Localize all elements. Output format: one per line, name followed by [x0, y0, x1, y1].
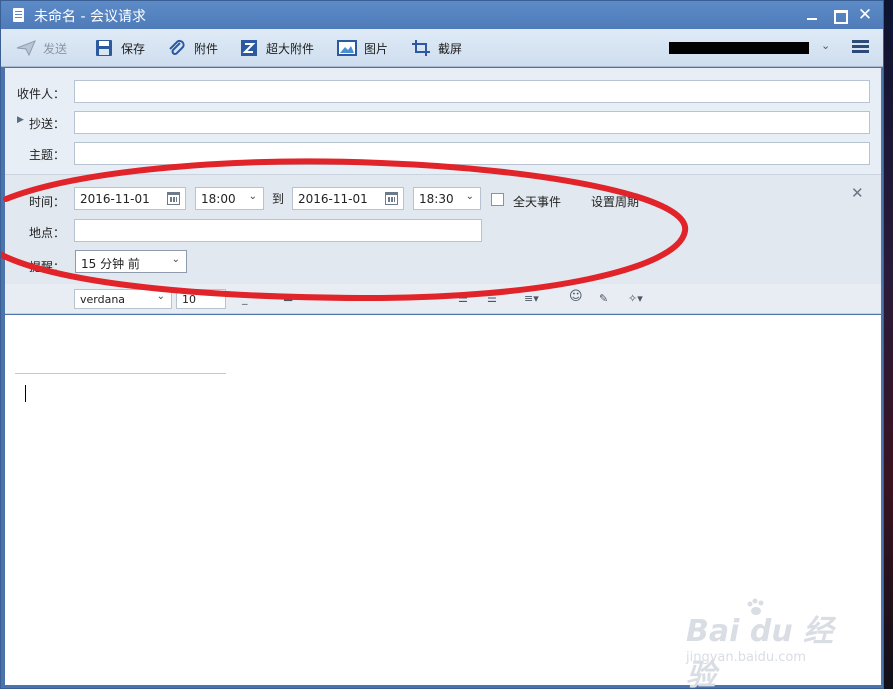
start-date-value: 2016-11-01: [80, 192, 150, 206]
font-size-value: 10: [182, 293, 196, 306]
picture-button[interactable]: 图片: [337, 37, 388, 59]
format-toolbar: verdana ⌄ 10 _ ▬ ☰ ☰ ≡▾ ☺ ✎ ✧▾: [5, 284, 881, 314]
font-size-select[interactable]: 10: [176, 289, 226, 309]
recurrence-link[interactable]: 设置周期: [591, 193, 639, 210]
header-fields: 收件人： ▶ 抄送： 主题：: [5, 68, 881, 174]
send-label: 发送: [43, 41, 68, 56]
maximize-button[interactable]: [831, 7, 848, 24]
paperclip-icon: [169, 39, 185, 55]
minimize-button[interactable]: [804, 7, 820, 23]
large-attachment-icon: [241, 40, 257, 56]
attachment-label: 附件: [194, 41, 219, 56]
chevron-down-icon: ⌄: [171, 254, 180, 265]
desktop-background: [884, 0, 893, 689]
all-day-checkbox[interactable]: [491, 193, 504, 206]
cc-field[interactable]: [74, 111, 870, 134]
picture-icon: [337, 40, 357, 56]
calendar-icon[interactable]: [167, 192, 180, 205]
start-date-picker[interactable]: 2016-11-01: [74, 187, 186, 210]
emoji-icon[interactable]: ☺: [569, 289, 583, 304]
bullet-list-icon[interactable]: ☰: [458, 292, 468, 305]
end-date-picker[interactable]: 2016-11-01: [292, 187, 404, 210]
chevron-down-icon: ⌄: [465, 191, 474, 202]
font-family-select[interactable]: verdana ⌄: [74, 289, 172, 309]
font-color-icon[interactable]: ▬: [283, 292, 293, 305]
numbered-list-icon[interactable]: ☰: [487, 292, 497, 305]
end-time-value: 18:30: [419, 192, 454, 206]
end-date-value: 2016-11-01: [298, 192, 368, 206]
subject-field[interactable]: [74, 142, 870, 165]
start-time-value: 18:00: [201, 192, 236, 206]
cc-label: 抄送：: [29, 117, 66, 131]
screenshot-button[interactable]: 截屏: [411, 37, 462, 59]
large-attachment-label: 超大附件: [266, 41, 315, 56]
text-caret: [25, 385, 26, 402]
account-selector[interactable]: [669, 42, 809, 54]
chevron-down-icon[interactable]: ⌄: [821, 39, 830, 52]
reminder-value: 15 分钟 前: [81, 257, 140, 271]
close-button[interactable]: ✕: [857, 7, 873, 24]
save-icon: [96, 40, 112, 56]
clear-format-icon[interactable]: ✎: [599, 292, 608, 305]
chevron-down-icon: ⌄: [156, 291, 165, 302]
baidu-jingyan-watermark: Bai du 经验 jingyan.baidu.com: [686, 598, 856, 689]
watermark-url: jingyan.baidu.com: [686, 650, 806, 665]
picture-label: 图片: [364, 41, 389, 56]
all-day-label: 全天事件: [513, 195, 562, 209]
meeting-request-window: 未命名 - 会议请求 ✕ 发送 保存 附件 超大附件 图片 截屏 ⌄ 收件人： …: [0, 0, 884, 689]
attachment-button[interactable]: 附件: [167, 37, 218, 59]
title-bar: 未命名 - 会议请求 ✕: [1, 1, 883, 29]
to-field[interactable]: [74, 80, 870, 103]
document-icon: [13, 8, 24, 22]
window-title: 未命名 - 会议请求: [34, 9, 146, 25]
location-field[interactable]: [74, 219, 482, 242]
end-time-select[interactable]: 18:30 ⌄: [413, 187, 481, 210]
crop-icon: [412, 40, 430, 56]
large-attachment-button[interactable]: 超大附件: [239, 37, 314, 59]
meeting-details: 时间： 2016-11-01 18:00 ⌄ 到 2016-11-01 18:3…: [5, 174, 881, 284]
save-label: 保存: [121, 41, 146, 56]
send-icon: [16, 40, 36, 57]
reminder-select[interactable]: 15 分钟 前 ⌄: [75, 250, 187, 273]
to-label: 收件人：: [17, 87, 66, 101]
screenshot-label: 截屏: [438, 41, 463, 56]
close-meeting-panel-icon[interactable]: ✕: [851, 184, 864, 202]
time-label: 时间：: [29, 195, 66, 209]
watermark-brand: Bai du 经验: [686, 614, 834, 689]
magic-wand-icon[interactable]: ✧▾: [628, 292, 643, 305]
to-word: 到: [272, 192, 285, 206]
expand-triangle-icon[interactable]: ▶: [17, 115, 24, 125]
toolbar: 发送 保存 附件 超大附件 图片 截屏 ⌄: [1, 29, 883, 67]
reminder-label: 提醒：: [29, 260, 66, 274]
save-button[interactable]: 保存: [94, 37, 145, 59]
signature-divider: [15, 373, 226, 374]
align-icon[interactable]: ≡▾: [524, 292, 539, 305]
send-button[interactable]: 发送: [16, 37, 67, 59]
location-label: 地点：: [29, 226, 66, 240]
calendar-icon[interactable]: [385, 192, 398, 205]
subject-label: 主题：: [29, 148, 66, 162]
list-menu-icon[interactable]: [852, 40, 869, 54]
chevron-down-icon: ⌄: [248, 191, 257, 202]
start-time-select[interactable]: 18:00 ⌄: [195, 187, 264, 210]
underline-icon[interactable]: _: [242, 292, 248, 305]
font-family-value: verdana: [80, 293, 126, 306]
